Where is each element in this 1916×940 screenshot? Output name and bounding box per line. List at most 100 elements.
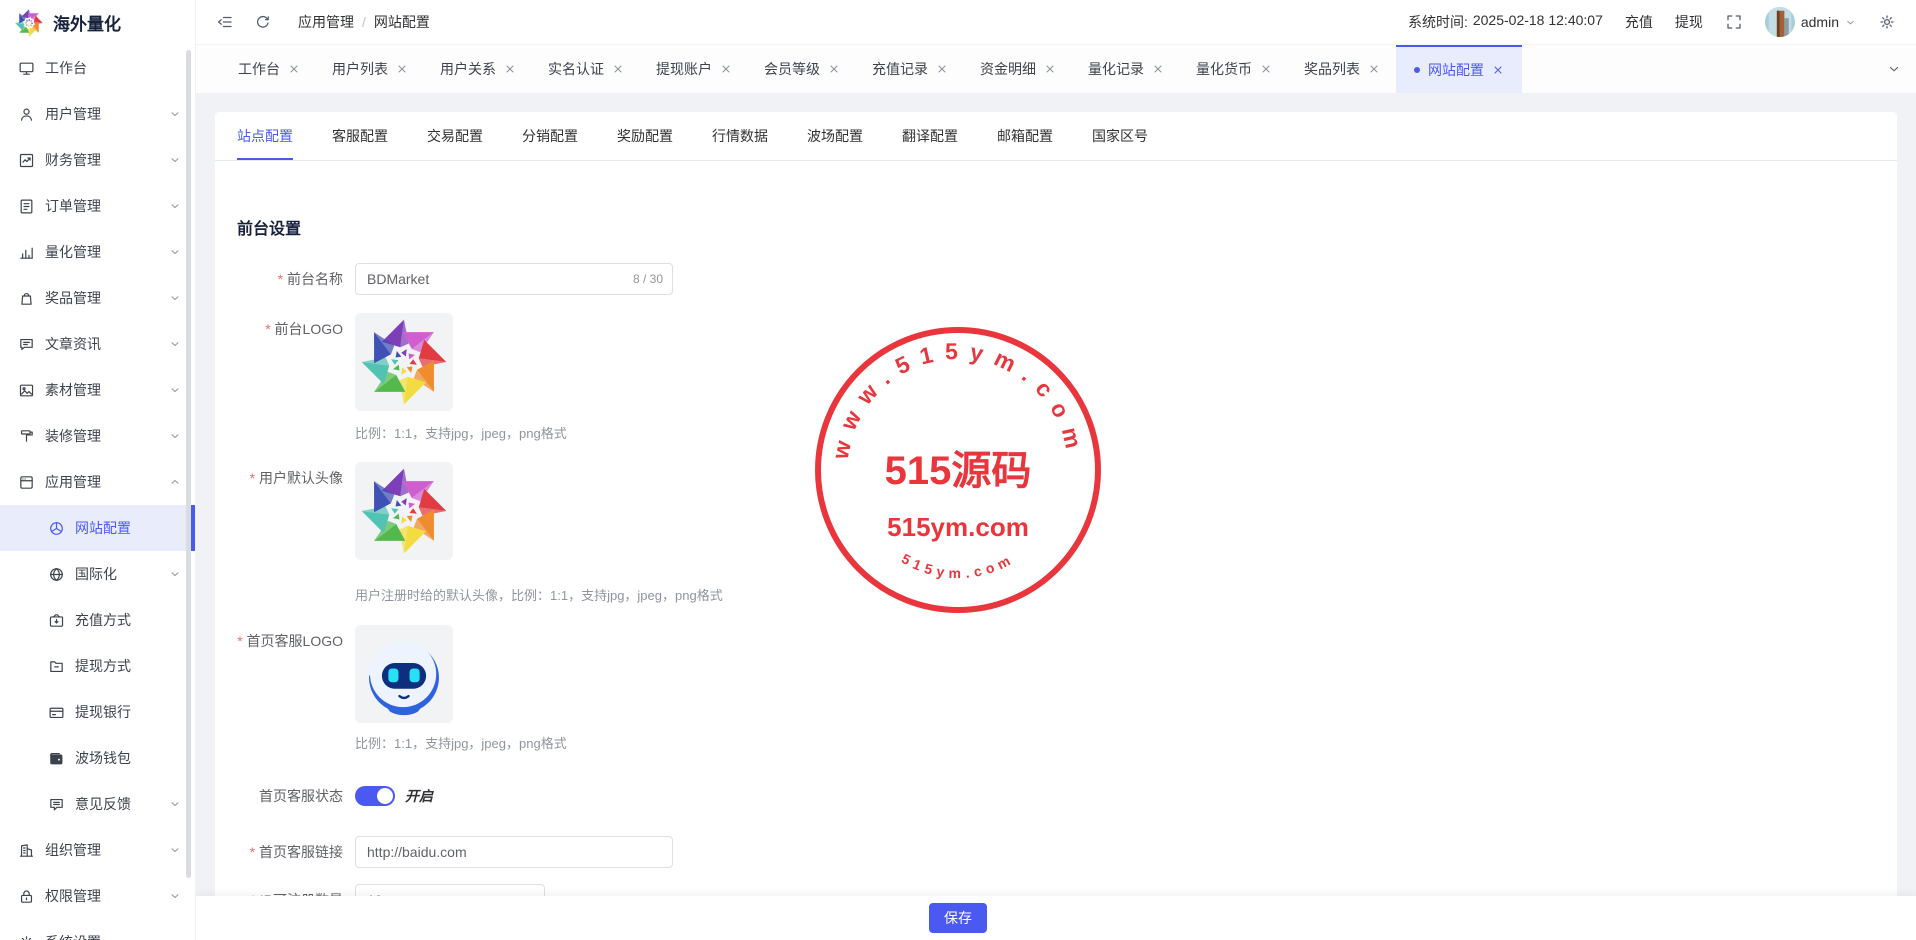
user-menu[interactable]: admin	[1765, 7, 1856, 37]
chevron-down-icon	[1887, 62, 1901, 76]
sidebar-item-label: 应用管理	[45, 472, 101, 492]
sidebar-item-material[interactable]: 素材管理	[0, 367, 195, 413]
form-footer: 保存	[196, 896, 1916, 940]
sidebar-item-app[interactable]: 应用管理	[0, 459, 195, 505]
tab-close-icon[interactable]	[936, 63, 948, 75]
field-label: 前台LOGO	[237, 313, 343, 442]
sidebar-item-globe[interactable]: 国际化	[0, 551, 195, 597]
form-row-name: 前台名称 8 / 30	[237, 263, 1897, 295]
refresh-icon[interactable]	[254, 13, 272, 31]
sidebar-item-prize[interactable]: 奖品管理	[0, 275, 195, 321]
service-link-input[interactable]	[355, 836, 673, 868]
tab-close-icon[interactable]	[1044, 63, 1056, 75]
site-name-input[interactable]	[355, 263, 673, 295]
sidebar-item-label: 提现方式	[75, 656, 131, 676]
tab-close-icon[interactable]	[288, 63, 300, 75]
field-label: 首页客服链接	[237, 836, 343, 868]
config-tab[interactable]: 翻译配置	[902, 112, 958, 160]
tab-item[interactable]: 充值记录	[856, 45, 964, 93]
config-tab[interactable]: 分销配置	[522, 112, 578, 160]
topbar: 应用管理 / 网站配置 系统时间: 2025-02-18 12:40:07 充值…	[196, 0, 1916, 45]
sidebar-item-quant[interactable]: 量化管理	[0, 229, 195, 275]
sidebar-item-recharge[interactable]: 充值方式	[0, 597, 195, 643]
form-row-service-link: 首页客服链接	[237, 836, 1897, 868]
sidebar-item-label: 国际化	[75, 564, 117, 584]
chevron-down-icon	[169, 844, 181, 856]
sidebar-item-label: 量化管理	[45, 242, 101, 262]
sidebar-item-order[interactable]: 订单管理	[0, 183, 195, 229]
sidebar-item-org[interactable]: 组织管理	[0, 827, 195, 873]
config-tab[interactable]: 奖励配置	[617, 112, 673, 160]
breadcrumb-parent[interactable]: 应用管理	[298, 12, 354, 32]
sidebar: 海外量化 工作台用户管理财务管理订单管理量化管理奖品管理文章资讯素材管理装修管理…	[0, 0, 196, 940]
config-tab[interactable]: 国家区号	[1092, 112, 1148, 160]
default-avatar-upload[interactable]	[355, 462, 453, 560]
tabs-dropdown-button[interactable]	[1872, 45, 1916, 93]
chevron-down-icon	[169, 798, 181, 810]
chevron-down-icon	[169, 154, 181, 166]
sidebar-item-finance[interactable]: 财务管理	[0, 137, 195, 183]
config-tab[interactable]: 邮箱配置	[997, 112, 1053, 160]
tab-item[interactable]: 用户列表	[316, 45, 424, 93]
sidebar-scrollbar[interactable]	[186, 50, 191, 878]
site-config-form: 前台设置 前台名称 8 / 30 前台LOGO	[215, 161, 1897, 916]
config-tab[interactable]: 站点配置	[237, 112, 293, 160]
config-tab[interactable]: 行情数据	[712, 112, 768, 160]
sidebar-item-article[interactable]: 文章资讯	[0, 321, 195, 367]
tab-close-icon[interactable]	[720, 63, 732, 75]
tab-item[interactable]: 量化货币	[1180, 45, 1288, 93]
sidebar-item-gear[interactable]: 系统设置	[0, 919, 195, 940]
tab-item[interactable]: 实名认证	[532, 45, 640, 93]
sidebar-item-label: 系统设置	[45, 932, 101, 940]
site-logo-upload[interactable]	[355, 313, 453, 411]
service-logo-upload[interactable]	[355, 625, 453, 723]
sidebar-item-label: 订单管理	[45, 196, 101, 216]
field-label: 首页客服状态	[237, 780, 343, 812]
tab-close-icon[interactable]	[396, 63, 408, 75]
config-tab[interactable]: 交易配置	[427, 112, 483, 160]
tab-item[interactable]: 奖品列表	[1288, 45, 1396, 93]
tab-close-icon[interactable]	[1152, 63, 1164, 75]
tab-close-icon[interactable]	[1260, 63, 1272, 75]
tab-close-icon[interactable]	[828, 63, 840, 75]
tab-label: 量化货币	[1196, 59, 1252, 79]
tab-item[interactable]: 工作台	[222, 45, 316, 93]
withdraw-button[interactable]: 提现	[1675, 12, 1703, 32]
sidebar-item-withdraw[interactable]: 提现方式	[0, 643, 195, 689]
tab-item[interactable]: 网站配置	[1396, 45, 1522, 93]
tab-close-icon[interactable]	[612, 63, 624, 75]
tab-close-icon[interactable]	[1368, 63, 1380, 75]
collapse-sidebar-icon[interactable]	[216, 13, 234, 31]
sidebar-item-label: 工作台	[45, 58, 87, 78]
sidebar-item-decor[interactable]: 装修管理	[0, 413, 195, 459]
sidebar-item-monitor[interactable]: 工作台	[0, 45, 195, 91]
tab-item[interactable]: 会员等级	[748, 45, 856, 93]
field-label: 首页客服LOGO	[237, 625, 343, 752]
sidebar-item-wallet[interactable]: 波场钱包	[0, 735, 195, 781]
breadcrumb-current: 网站配置	[374, 12, 430, 32]
pinwheel-logo-image	[358, 316, 450, 408]
save-button[interactable]: 保存	[929, 903, 987, 933]
config-tab[interactable]: 波场配置	[807, 112, 863, 160]
tab-close-icon[interactable]	[1492, 64, 1504, 76]
sidebar-item-site[interactable]: 网站配置	[0, 505, 195, 551]
form-row-default-avatar: 用户默认头像 用户注册时给的默认头像，比例：1:1，支持jpg，jpeg，png…	[237, 462, 1897, 604]
sidebar-item-lock[interactable]: 权限管理	[0, 873, 195, 919]
recharge-button[interactable]: 充值	[1625, 12, 1653, 32]
sidebar-item-feedback[interactable]: 意见反馈	[0, 781, 195, 827]
service-status-toggle[interactable]	[355, 786, 395, 806]
tab-item[interactable]: 提现账户	[640, 45, 748, 93]
tab-item[interactable]: 用户关系	[424, 45, 532, 93]
tab-item[interactable]: 资金明细	[964, 45, 1072, 93]
config-tab[interactable]: 客服配置	[332, 112, 388, 160]
sidebar-item-label: 用户管理	[45, 104, 101, 124]
gear-icon[interactable]	[1878, 13, 1896, 31]
chevron-down-icon	[169, 108, 181, 120]
fullscreen-icon[interactable]	[1725, 13, 1743, 31]
tab-close-icon[interactable]	[504, 63, 516, 75]
sidebar-item-bank[interactable]: 提现银行	[0, 689, 195, 735]
upload-hint: 比例：1:1，支持jpg，jpeg，png格式	[355, 733, 567, 752]
sidebar-item-user[interactable]: 用户管理	[0, 91, 195, 137]
tab-item[interactable]: 量化记录	[1072, 45, 1180, 93]
lock-icon	[18, 888, 35, 905]
